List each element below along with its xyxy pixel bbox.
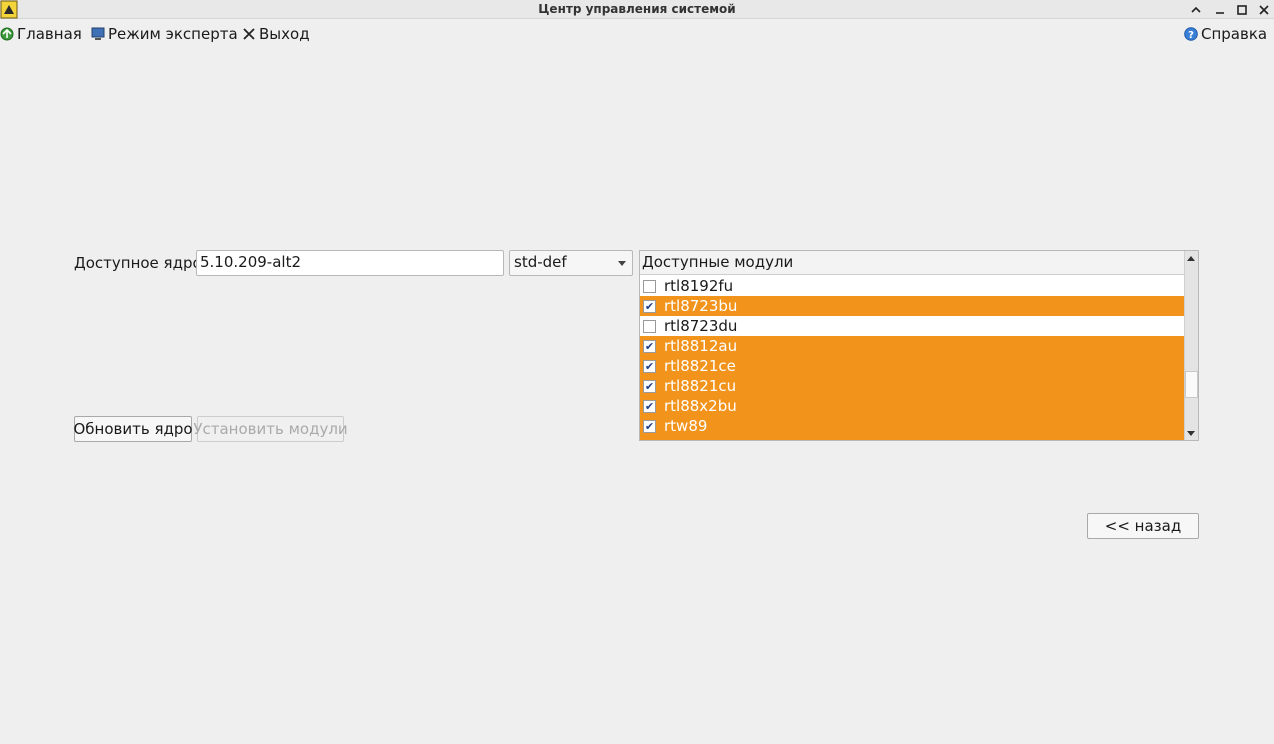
back-button[interactable]: << назад xyxy=(1087,513,1199,539)
menu-bar: Главная Режим эксперта Выход ? Справка xyxy=(0,23,1274,47)
modules-scrollbar[interactable] xyxy=(1184,251,1198,440)
module-checkbox[interactable]: ✔ xyxy=(643,419,656,433)
module-name: rtw89 xyxy=(664,417,708,435)
module-name: rtl8192fu xyxy=(664,277,734,295)
install-modules-button[interactable]: Установить модули xyxy=(193,416,348,442)
kernel-flavour-select[interactable]: std-def xyxy=(509,250,633,276)
module-name: rtl8723bu xyxy=(664,297,738,315)
window-title: Центр управления системой xyxy=(538,2,736,16)
menu-exit-label: Выход xyxy=(259,25,310,43)
module-row[interactable]: ✔ rtw89 xyxy=(640,416,1185,436)
chevron-down-icon xyxy=(618,261,626,266)
monitor-icon xyxy=(91,27,105,40)
title-bar: Центр управления системой xyxy=(0,0,1274,19)
module-row[interactable]: ✔ rtl8723bu xyxy=(640,296,1185,316)
module-name: rtl8821ce xyxy=(664,357,736,375)
module-checkbox[interactable] xyxy=(643,279,656,293)
module-name: rtl8723du xyxy=(664,317,738,335)
modules-list[interactable]: Доступные модули rtl8192fu ✔ rtl8723bu rtl8… xyxy=(639,250,1199,441)
module-checkbox[interactable]: ✔ xyxy=(643,359,656,373)
module-row[interactable]: ✔ rtl8821cu xyxy=(640,376,1185,396)
module-row[interactable]: ✔ rtl88x2bu xyxy=(640,396,1185,416)
module-checkbox[interactable]: ✔ xyxy=(643,299,656,313)
minimize-icon[interactable] xyxy=(1210,0,1230,19)
chevron-up-icon[interactable] xyxy=(1186,0,1206,19)
module-row[interactable]: ✔ rtl8821ce xyxy=(640,356,1185,376)
kernel-label: Доступное ядро: xyxy=(74,254,207,272)
module-row[interactable]: ✔ rtl8812au xyxy=(640,336,1185,356)
close-icon[interactable] xyxy=(1254,0,1274,19)
menu-home-label: Главная xyxy=(17,25,82,43)
module-row[interactable]: rtl8192fu xyxy=(640,276,1185,296)
scroll-up-icon[interactable] xyxy=(1187,256,1195,261)
menu-expert-label: Режим эксперта xyxy=(108,25,238,43)
home-icon xyxy=(0,27,14,41)
help-icon: ? xyxy=(1184,27,1198,41)
scroll-down-icon[interactable] xyxy=(1187,431,1195,436)
modules-list-header: Доступные модули xyxy=(640,251,1185,275)
module-name: rtl88x2bu xyxy=(664,397,737,415)
module-checkbox[interactable]: ✔ xyxy=(643,439,656,440)
module-name: rtl8821cu xyxy=(664,377,737,395)
menu-home[interactable]: Главная xyxy=(0,25,82,43)
menu-expert-mode[interactable]: Режим эксперта xyxy=(91,25,238,43)
module-row[interactable]: rtl8723du xyxy=(640,316,1185,336)
kernel-flavour-value: std-def xyxy=(514,253,567,271)
module-checkbox[interactable]: ✔ xyxy=(643,339,656,353)
module-name: ... xyxy=(664,437,678,440)
module-name: rtl8812au xyxy=(664,337,738,355)
maximize-icon[interactable] xyxy=(1232,0,1252,19)
module-row[interactable]: ✔... xyxy=(640,436,1185,440)
module-checkbox[interactable] xyxy=(643,319,656,333)
update-kernel-button[interactable]: Обновить ядро xyxy=(73,416,193,442)
menu-exit[interactable]: Выход xyxy=(242,25,310,43)
modules-list-body: rtl8192fu ✔ rtl8723bu rtl8723du ✔ rtl8812au ✔ r… xyxy=(640,276,1185,440)
module-checkbox[interactable]: ✔ xyxy=(643,399,656,413)
module-checkbox[interactable]: ✔ xyxy=(643,379,656,393)
menu-help-label: Справка xyxy=(1201,25,1268,43)
scrollbar-thumb[interactable] xyxy=(1185,371,1198,398)
kernel-version-field[interactable]: 5.10.209-alt2 xyxy=(196,250,504,276)
svg-text:?: ? xyxy=(1188,30,1194,41)
menu-help[interactable]: ? Справка xyxy=(1184,25,1267,43)
close-icon xyxy=(243,28,255,40)
